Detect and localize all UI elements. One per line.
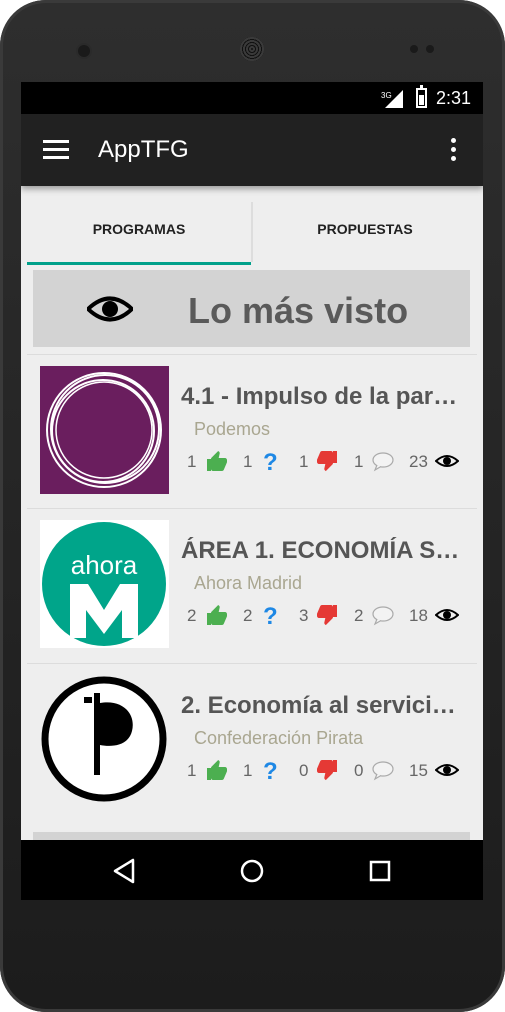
status-time: 2:31 bbox=[435, 88, 471, 108]
next-section-header bbox=[33, 832, 470, 840]
thumbs-down-icon bbox=[317, 605, 337, 626]
question-icon: ? bbox=[263, 603, 278, 627]
comments-count: 1 bbox=[354, 452, 364, 471]
podemos-logo bbox=[40, 366, 169, 494]
battery-icon bbox=[416, 85, 427, 108]
eye-icon bbox=[87, 296, 133, 322]
party-name: Ahora Madrid bbox=[194, 573, 303, 593]
svg-text:ahora: ahora bbox=[71, 550, 138, 580]
home-icon[interactable] bbox=[237, 856, 267, 886]
comments-count: 0 bbox=[354, 761, 364, 780]
app-title: AppTFG bbox=[98, 136, 189, 163]
hamburger-menu-icon[interactable] bbox=[43, 140, 69, 160]
pirate-logo bbox=[40, 675, 169, 803]
questions-count: 2 bbox=[243, 606, 253, 625]
ahora-madrid-logo: ahora bbox=[40, 520, 169, 648]
program-card[interactable]: 4.1 - Impulso de la participación Podemo… bbox=[27, 354, 477, 507]
program-card[interactable]: ahora ÁREA 1. ECONOMÍA SOSTENIBLE Ahora … bbox=[27, 508, 477, 661]
recents-icon[interactable] bbox=[365, 856, 395, 886]
tab-programas[interactable]: PROGRAMAS bbox=[27, 186, 251, 264]
comment-icon bbox=[372, 761, 394, 781]
comments-count: 2 bbox=[354, 606, 364, 625]
dislikes-count: 1 bbox=[299, 452, 309, 471]
questions-count: 1 bbox=[243, 761, 253, 780]
likes-count: 2 bbox=[187, 606, 197, 625]
dislikes-count: 0 bbox=[299, 761, 309, 780]
most-viewed-title: Lo más visto bbox=[188, 290, 409, 331]
likes-count: 1 bbox=[187, 761, 197, 780]
thumbs-down-icon bbox=[317, 451, 337, 472]
overflow-menu-icon[interactable] bbox=[445, 138, 461, 162]
question-icon: ? bbox=[263, 758, 278, 782]
party-name: Podemos bbox=[194, 419, 271, 439]
navigation-bar bbox=[21, 840, 483, 900]
comment-icon bbox=[372, 606, 394, 626]
views-count: 18 bbox=[409, 606, 428, 625]
comment-icon bbox=[372, 452, 394, 472]
views-count: 23 bbox=[409, 452, 428, 471]
views-count: 15 bbox=[409, 761, 428, 780]
svg-text:?: ? bbox=[263, 603, 278, 627]
back-icon[interactable] bbox=[109, 856, 139, 886]
program-card[interactable]: 2. Economía al servicio de las personas … bbox=[27, 663, 477, 816]
tab-bar: PROGRAMAS PROPUESTAS bbox=[21, 186, 483, 265]
signal-icon: 3G bbox=[381, 90, 403, 108]
likes-count: 1 bbox=[187, 452, 197, 471]
thumbs-down-icon bbox=[317, 760, 337, 781]
thumbs-up-icon bbox=[207, 451, 227, 471]
thumbs-up-icon bbox=[207, 760, 227, 780]
most-viewed-header: Lo más visto bbox=[33, 270, 470, 347]
status-bar: 3G 2:31 bbox=[21, 82, 483, 114]
svg-text:?: ? bbox=[263, 449, 278, 473]
thumbs-up-icon bbox=[207, 605, 227, 625]
sensor bbox=[426, 45, 434, 53]
eye-icon bbox=[435, 764, 459, 776]
questions-count: 1 bbox=[243, 452, 253, 471]
eye-icon bbox=[435, 609, 459, 621]
party-name: Confederación Pirata bbox=[194, 728, 364, 748]
question-icon: ? bbox=[263, 449, 278, 473]
svg-text:3G: 3G bbox=[381, 91, 392, 100]
content-list[interactable]: Lo más visto 4.1 - Impulso de la partici… bbox=[21, 264, 483, 840]
front-camera bbox=[76, 43, 92, 59]
device-frame: 3G 2:31 AppTFG PROGRAMAS PROPUESTAS Lo m… bbox=[0, 0, 505, 1012]
app-bar: AppTFG bbox=[21, 114, 483, 186]
sensor bbox=[410, 45, 418, 53]
program-title: 2. Economía al servicio de las personas bbox=[181, 692, 464, 719]
dislikes-count: 3 bbox=[299, 606, 309, 625]
tab-propuestas[interactable]: PROPUESTAS bbox=[253, 186, 477, 264]
earpiece-speaker bbox=[240, 37, 264, 61]
screen: 3G 2:31 AppTFG PROGRAMAS PROPUESTAS Lo m… bbox=[21, 82, 483, 900]
eye-icon bbox=[435, 455, 459, 467]
svg-text:?: ? bbox=[263, 758, 278, 782]
program-title: 4.1 - Impulso de la participación bbox=[181, 383, 464, 410]
program-title: ÁREA 1. ECONOMÍA SOSTENIBLE bbox=[181, 537, 464, 564]
